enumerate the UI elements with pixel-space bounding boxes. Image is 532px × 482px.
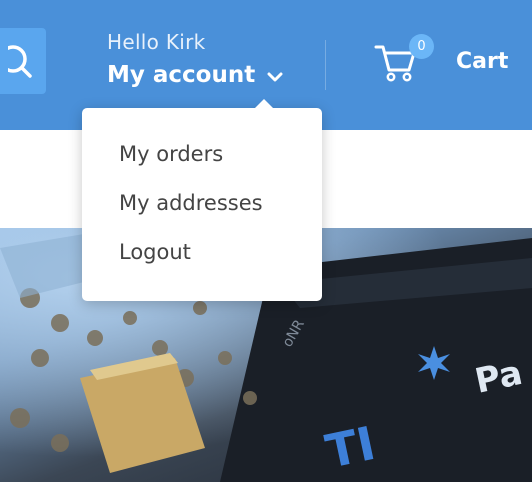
menu-item-my-orders[interactable]: My orders	[119, 142, 223, 166]
cart-count-badge: 0	[409, 34, 434, 59]
account-dropdown-menu: My orders My addresses Logout	[82, 99, 322, 301]
my-account-label: My account	[107, 62, 256, 88]
cart-icon-container: 0	[374, 34, 434, 84]
search-icon	[8, 44, 38, 78]
cart-link[interactable]: 0 Cart	[374, 34, 509, 84]
menu-item-logout[interactable]: Logout	[119, 240, 191, 264]
user-greeting: Hello Kirk	[107, 30, 206, 54]
chevron-down-icon	[267, 67, 283, 83]
search-button[interactable]	[0, 28, 46, 94]
menu-item-my-addresses[interactable]: My addresses	[119, 191, 263, 215]
dropdown-caret	[255, 99, 273, 108]
header-divider	[325, 40, 326, 90]
cart-label: Cart	[456, 48, 509, 74]
my-account-dropdown-toggle[interactable]: My account	[107, 62, 283, 88]
